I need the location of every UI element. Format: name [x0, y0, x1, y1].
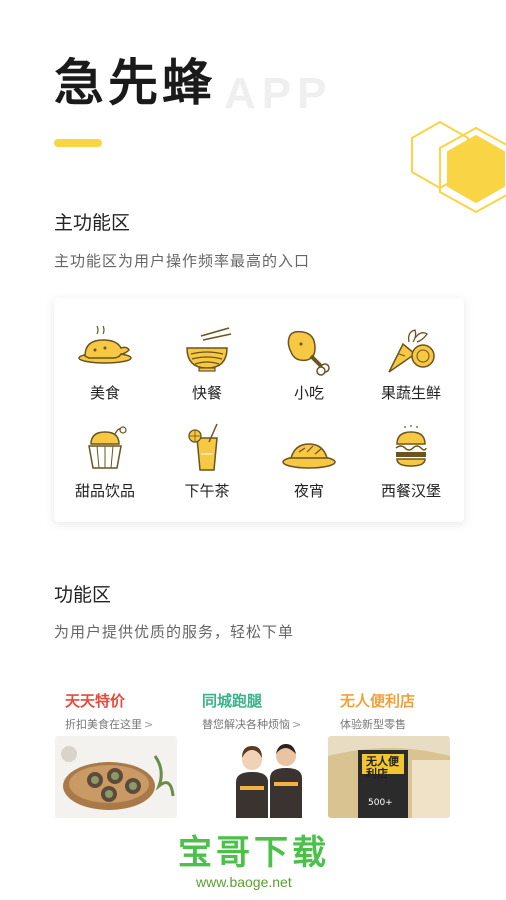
lemon-drink-icon — [188, 423, 218, 471]
promo-subtitle: 替您解决各种烦恼 > — [202, 718, 302, 731]
watermark-text: 宝哥下载 — [178, 833, 330, 873]
promo-subtitle: 体验新型零售 — [340, 718, 406, 731]
main-section-description: 主功能区为用户操作频率最高的入口 — [54, 252, 311, 270]
category-item-fresh-produce[interactable]: 果蔬生鲜 — [360, 314, 462, 410]
category-item-fast-food[interactable]: 快餐 — [156, 314, 258, 410]
category-label: 美食 — [89, 384, 120, 402]
app-title: 急先蜂 — [54, 54, 216, 112]
food-platter-image — [55, 736, 177, 818]
cupcake-icon — [88, 426, 127, 469]
promo-daily-deals[interactable]: 天天特价 折扣美食在这里 > — [55, 690, 215, 820]
drumstick-icon — [287, 330, 330, 376]
couriers-image — [228, 736, 310, 818]
night-snack-icon — [282, 443, 336, 469]
noodle-bowl-icon — [186, 327, 232, 372]
category-item-burger[interactable]: 西餐汉堡 — [360, 412, 462, 508]
category-item-desserts[interactable]: 甜品饮品 — [54, 412, 156, 508]
promo-title: 天天特价 — [65, 692, 126, 710]
burger-icon — [395, 425, 427, 467]
store-image: 无人便利店 500+ — [328, 736, 450, 818]
category-item-night-snack[interactable]: 夜宵 — [258, 412, 360, 508]
category-label: 果蔬生鲜 — [380, 384, 441, 402]
chevron-right-icon: > — [292, 718, 302, 731]
category-label: 快餐 — [191, 384, 222, 402]
accent-bar — [54, 139, 102, 147]
feature-section-title: 功能区 — [54, 584, 112, 606]
feature-section-description: 为用户提供优质的服务，轻松下单 — [54, 623, 295, 641]
promo-unmanned-store[interactable]: 无人便利店 体验新型零售 无人便利店 500+ — [328, 690, 490, 820]
roast-chicken-icon — [78, 325, 132, 364]
store-sign: 无人便利店 — [366, 755, 399, 781]
fruit-vegetable-icon — [388, 329, 435, 373]
category-item-food[interactable]: 美食 — [54, 314, 156, 410]
category-label: 甜品饮品 — [74, 482, 135, 500]
app-subtitle: APP — [224, 69, 333, 118]
promo-subtitle: 折扣美食在这里 > — [65, 718, 154, 731]
main-section-title: 主功能区 — [54, 212, 131, 234]
chevron-right-icon: > — [144, 718, 154, 731]
category-grid: 美食 快餐 小吃 果蔬生鲜 甜品饮品 下午茶 夜宵 西餐汉堡 — [54, 298, 464, 522]
store-count: 500+ — [368, 798, 393, 808]
watermark-url: www.baoge.net — [196, 874, 292, 890]
category-label: 夜宵 — [293, 482, 324, 500]
category-label: 西餐汉堡 — [380, 482, 441, 500]
promo-title: 同城跑腿 — [202, 692, 263, 710]
honeycomb-icon — [411, 120, 506, 214]
category-item-snacks[interactable]: 小吃 — [258, 314, 360, 410]
category-label: 小吃 — [293, 384, 324, 402]
category-label: 下午茶 — [184, 482, 230, 500]
category-item-afternoon-tea[interactable]: 下午茶 — [156, 412, 258, 508]
promo-title: 无人便利店 — [340, 692, 416, 710]
